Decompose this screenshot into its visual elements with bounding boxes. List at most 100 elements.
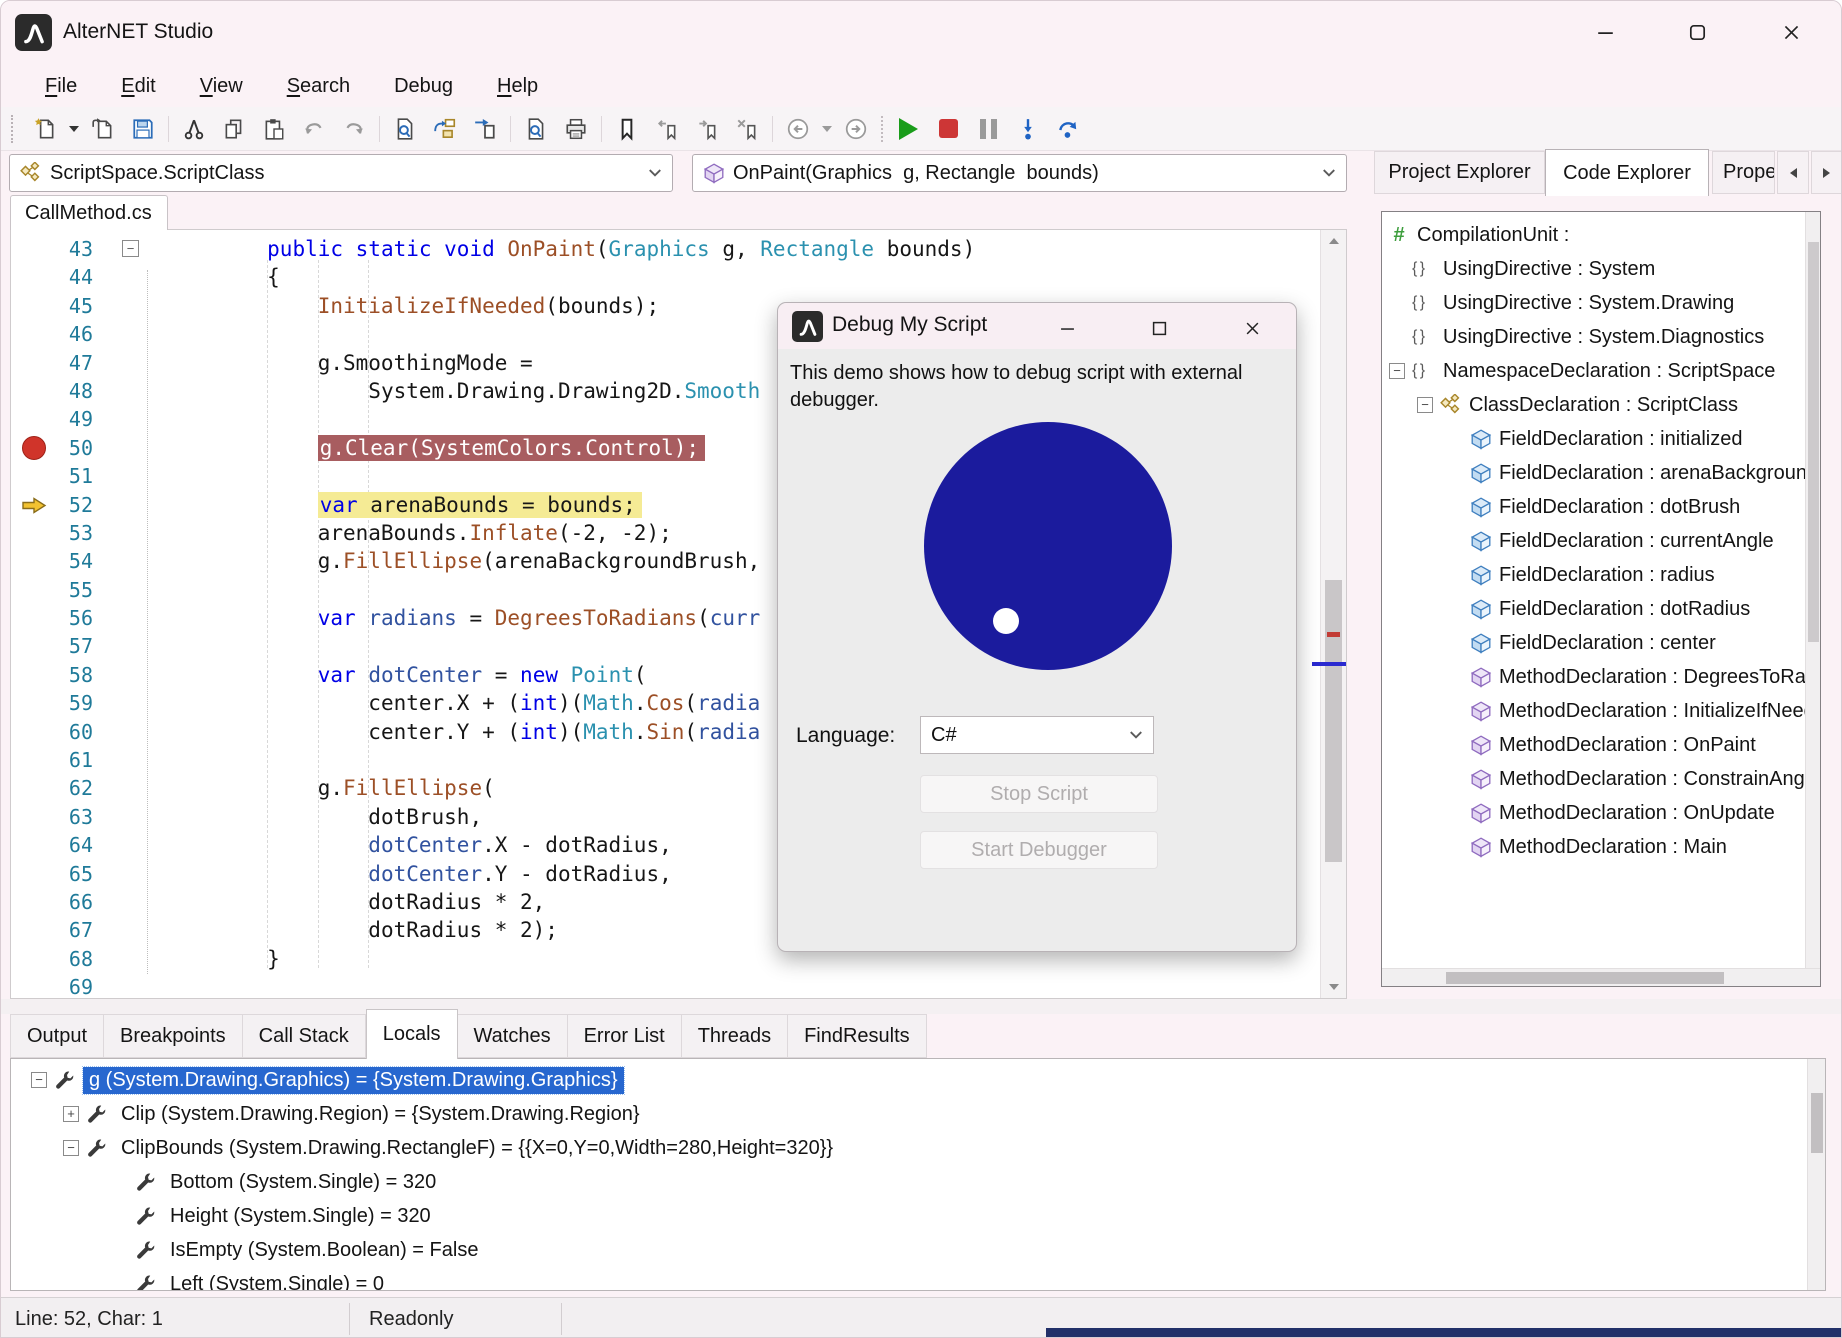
editor-tab-callmethod[interactable]: CallMethod.cs — [10, 195, 168, 230]
menu-search[interactable]: Search — [269, 71, 368, 102]
current-statement-icon[interactable] — [11, 491, 57, 519]
step-over-button[interactable] — [1048, 111, 1088, 147]
find-in-files-button[interactable] — [425, 111, 465, 147]
stop-script-button[interactable]: Stop Script — [920, 775, 1158, 813]
menu-view[interactable]: View — [182, 71, 261, 102]
dialog-title-bar[interactable]: Debug My Script — [778, 303, 1296, 349]
tree-item[interactable]: FieldDeclaration : currentAngle — [1382, 524, 1820, 558]
collapse-box[interactable]: − — [31, 1072, 47, 1088]
pause-button[interactable] — [968, 111, 1008, 147]
breakpoint-margin[interactable] — [11, 519, 57, 547]
stop-button[interactable] — [928, 111, 968, 147]
scrollbar-thumb[interactable] — [1808, 242, 1819, 642]
tab-code-explorer[interactable]: Code Explorer — [1545, 149, 1709, 196]
breakpoint-margin[interactable] — [11, 320, 57, 348]
save-file-button[interactable] — [123, 111, 163, 147]
tab-watches[interactable]: Watches — [458, 1014, 568, 1058]
locals-row[interactable]: IsEmpty (System.Boolean) = False — [11, 1233, 1825, 1267]
editor-vertical-scrollbar[interactable] — [1320, 230, 1346, 998]
class-selector[interactable]: ScriptSpace.ScriptClass — [9, 154, 673, 192]
toggle-bookmark-button[interactable] — [607, 111, 647, 147]
scrollbar-thumb[interactable] — [1446, 972, 1724, 984]
step-into-button[interactable] — [1008, 111, 1048, 147]
tab-error-list[interactable]: Error List — [568, 1014, 682, 1058]
cut-button[interactable] — [174, 111, 214, 147]
tree-item[interactable]: FieldDeclaration : dotRadius — [1382, 592, 1820, 626]
find-button[interactable] — [385, 111, 425, 147]
tree-item[interactable]: MethodDeclaration : OnUpdate — [1382, 796, 1820, 830]
tab-call-stack[interactable]: Call Stack — [243, 1014, 366, 1058]
breakpoint-margin[interactable] — [11, 803, 57, 831]
scroll-down-icon[interactable] — [1321, 976, 1346, 998]
navigate-forward-button[interactable] — [836, 111, 876, 147]
tab-breakpoints[interactable]: Breakpoints — [104, 1014, 243, 1058]
code-line-69[interactable]: 69 — [11, 973, 1346, 999]
open-file-button[interactable] — [83, 111, 123, 147]
language-select[interactable]: C# — [920, 716, 1154, 754]
member-selector[interactable]: OnPaint(Graphics g, Rectangle bounds) — [692, 154, 1347, 192]
breakpoint-margin[interactable] — [11, 604, 57, 632]
scroll-up-icon[interactable] — [1321, 230, 1346, 252]
copy-button[interactable] — [214, 111, 254, 147]
toolbar-grip[interactable] — [11, 115, 21, 143]
breakpoint-margin[interactable] — [11, 916, 57, 944]
breakpoint-margin[interactable] — [11, 945, 57, 973]
breakpoint-margin[interactable] — [11, 973, 57, 999]
tree-horizontal-scrollbar[interactable] — [1382, 968, 1820, 986]
tree-item[interactable]: { }UsingDirective : System.Drawing — [1382, 286, 1820, 320]
tree-item[interactable]: −ClassDeclaration : ScriptClass — [1382, 388, 1820, 422]
close-button[interactable] — [1762, 11, 1820, 53]
locals-row[interactable]: Bottom (System.Single) = 320 — [11, 1165, 1825, 1199]
breakpoint-margin[interactable] — [11, 377, 57, 405]
goto-definition-button[interactable] — [465, 111, 505, 147]
breakpoint-margin[interactable] — [11, 718, 57, 746]
locals-row[interactable]: Height (System.Single) = 320 — [11, 1199, 1825, 1233]
tab-output[interactable]: Output — [10, 1014, 104, 1058]
tree-item[interactable]: { }UsingDirective : System — [1382, 252, 1820, 286]
breakpoint-margin[interactable] — [11, 235, 57, 263]
tab-scroll-right-button[interactable] — [1811, 151, 1842, 194]
breakpoint-margin[interactable] — [11, 405, 57, 433]
tab-locals[interactable]: Locals — [366, 1009, 458, 1059]
collapse-box[interactable]: − — [1417, 397, 1433, 413]
tree-item[interactable]: FieldDeclaration : initialized — [1382, 422, 1820, 456]
code-line-43[interactable]: 43− public static void OnPaint(Graphics … — [11, 235, 1346, 263]
locals-row[interactable]: −g (System.Drawing.Graphics) = {System.D… — [11, 1063, 1825, 1097]
quick-find-button[interactable] — [516, 111, 556, 147]
collapse-region-box[interactable]: − — [122, 240, 139, 257]
menu-help[interactable]: Help — [479, 71, 556, 102]
breakpoint-margin[interactable] — [11, 462, 57, 490]
minimize-button[interactable] — [1576, 11, 1634, 53]
tree-item[interactable]: FieldDeclaration : center — [1382, 626, 1820, 660]
tab-scroll-left-button[interactable] — [1777, 151, 1809, 194]
tab-properties[interactable]: Prope — [1712, 151, 1775, 194]
breakpoint-margin[interactable] — [11, 746, 57, 774]
print-button[interactable] — [556, 111, 596, 147]
locals-vertical-scrollbar[interactable] — [1807, 1059, 1825, 1290]
tree-item[interactable]: #CompilationUnit : — [1382, 218, 1820, 252]
dialog-minimize-button[interactable] — [1050, 315, 1084, 341]
tree-item[interactable]: FieldDeclaration : dotBrush — [1382, 490, 1820, 524]
breakpoint-margin[interactable] — [11, 292, 57, 320]
new-file-button[interactable] — [25, 111, 65, 147]
breakpoint-margin[interactable] — [11, 576, 57, 604]
locals-row[interactable]: Left (System.Single) = 0 — [11, 1267, 1825, 1291]
maximize-button[interactable] — [1668, 11, 1726, 53]
paste-button[interactable] — [254, 111, 294, 147]
collapse-box[interactable]: − — [1389, 363, 1405, 379]
code-line-44[interactable]: 44 { — [11, 263, 1346, 291]
dialog-maximize-button[interactable] — [1142, 315, 1176, 341]
next-bookmark-button[interactable] — [687, 111, 727, 147]
tree-item[interactable]: MethodDeclaration : ConstrainAngle — [1382, 762, 1820, 796]
breakpoint-margin[interactable] — [11, 547, 57, 575]
tree-item[interactable]: FieldDeclaration : arenaBackgroundBrush — [1382, 456, 1820, 490]
tab-threads[interactable]: Threads — [682, 1014, 788, 1058]
breakpoint-margin[interactable] — [11, 774, 57, 802]
run-button[interactable] — [888, 111, 928, 147]
breakpoint-margin[interactable] — [11, 632, 57, 660]
breakpoint-margin[interactable] — [11, 689, 57, 717]
collapse-box[interactable]: − — [63, 1140, 79, 1156]
undo-button[interactable] — [294, 111, 334, 147]
menu-edit[interactable]: Edit — [103, 71, 173, 102]
scrollbar-thumb[interactable] — [1325, 580, 1342, 862]
